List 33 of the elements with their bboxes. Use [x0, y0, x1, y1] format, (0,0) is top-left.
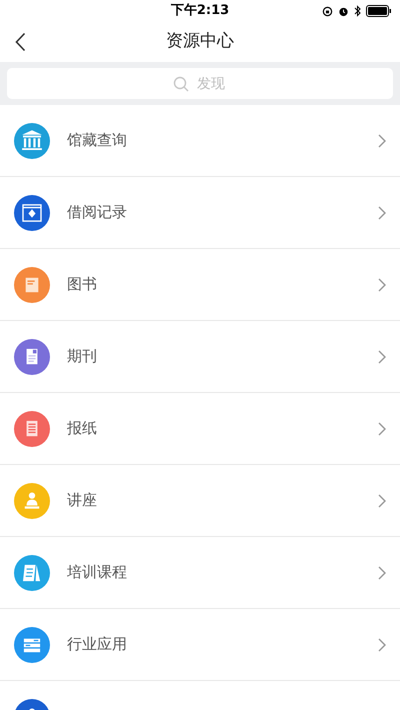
chevron-right-icon	[378, 134, 386, 148]
alarm-icon	[338, 6, 349, 16]
chevron-right-icon	[378, 494, 386, 508]
menu-label: 馆藏查询	[67, 130, 128, 152]
menu-label: 期刊	[67, 346, 98, 368]
menu-item[interactable]: 期刊	[0, 321, 400, 393]
chevron-right-icon	[378, 422, 386, 436]
bluetooth-icon	[354, 5, 361, 17]
menu-item[interactable]: 借阅记录	[0, 177, 400, 249]
search-field[interactable]: 发现	[7, 68, 393, 99]
search-icon	[173, 76, 189, 92]
menu-item[interactable]: 报纸	[0, 393, 400, 465]
menu-label: 讲座	[67, 490, 98, 512]
menu-label: 行业应用	[67, 634, 128, 656]
menu-item[interactable]: 图书	[0, 249, 400, 321]
page-title: 资源中心	[166, 30, 234, 54]
menu-item[interactable]: 行业应用	[0, 609, 400, 681]
menu-label: 借阅记录	[67, 202, 128, 224]
rotation-lock-icon	[322, 6, 333, 16]
menu-label: 报纸	[67, 418, 98, 440]
battery-icon	[366, 5, 392, 17]
menu-item[interactable]: 培训课程	[0, 537, 400, 609]
back-icon	[14, 32, 26, 52]
menu-item[interactable]: 讲座	[0, 465, 400, 537]
menu-label: 培训课程	[67, 562, 128, 584]
chevron-right-icon	[378, 566, 386, 580]
chevron-right-icon	[378, 350, 386, 364]
menu-label: 图书	[67, 274, 98, 296]
status-time: 下午2:13	[170, 2, 230, 20]
chevron-right-icon	[378, 206, 386, 220]
chevron-right-icon	[378, 638, 386, 652]
menu-item[interactable]: 馆藏查询	[0, 105, 400, 177]
chevron-right-icon	[378, 278, 386, 292]
